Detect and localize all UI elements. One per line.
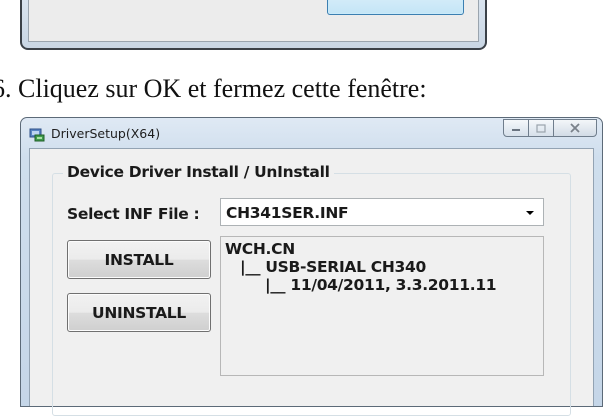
maximize-icon: [536, 123, 546, 133]
driver-info-box: WCH.CN |__ USB-SERIAL CH340 |__ 11/04/20…: [220, 236, 544, 376]
window-client-area: Device Driver Install / UnInstall Select…: [29, 148, 594, 416]
close-button[interactable]: [553, 119, 597, 137]
inf-file-label: Select INF File :: [67, 205, 200, 223]
previous-dialog-button[interactable]: [327, 0, 464, 15]
minimize-icon: [512, 129, 520, 131]
group-title: Device Driver Install / UnInstall: [63, 163, 334, 181]
install-button[interactable]: INSTALL: [67, 240, 211, 279]
inf-file-value: CH341SER.INF: [226, 204, 349, 222]
info-line-vendor: WCH.CN: [225, 240, 295, 258]
maximize-button[interactable]: [528, 119, 554, 137]
inf-file-select[interactable]: CH341SER.INF: [220, 198, 544, 226]
instruction-text: 6. Cliquez sur OK et fermez cette fenêtr…: [0, 74, 427, 103]
driver-setup-window: DriverSetup(X64) Device Driver Install /…: [20, 117, 603, 416]
chevron-down-icon[interactable]: [526, 211, 534, 215]
driver-install-group: Device Driver Install / UnInstall Select…: [52, 163, 571, 416]
previous-dialog-fragment: [20, 0, 487, 50]
driver-setup-icon: [29, 128, 45, 142]
caption-buttons: [503, 119, 597, 137]
info-line-version: |__ 11/04/2011, 3.3.2011.11: [265, 276, 497, 294]
window-title: DriverSetup(X64): [51, 126, 161, 141]
previous-dialog-body: [28, 0, 479, 42]
minimize-button[interactable]: [503, 119, 529, 137]
close-icon: [570, 123, 580, 133]
info-line-device: |__ USB-SERIAL CH340: [240, 258, 426, 276]
title-bar[interactable]: DriverSetup(X64): [21, 118, 602, 148]
uninstall-button[interactable]: UNINSTALL: [67, 293, 211, 332]
